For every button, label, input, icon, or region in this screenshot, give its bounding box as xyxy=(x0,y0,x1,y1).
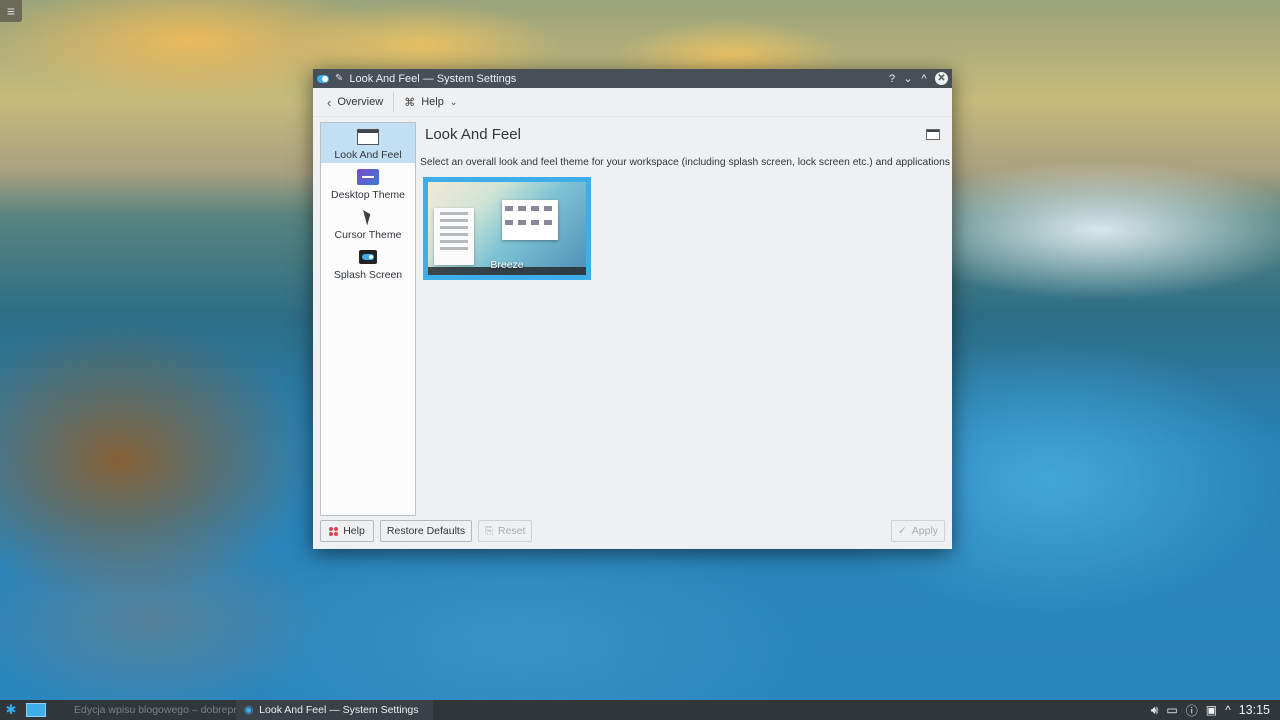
overview-label: Overview xyxy=(337,96,384,108)
page-window-icon xyxy=(926,129,940,140)
system-settings-task-icon: ◉ xyxy=(244,704,254,716)
page-description: Select an overall look and feel theme fo… xyxy=(420,157,950,168)
tray-expand-icon[interactable]: ^ xyxy=(1225,703,1231,717)
reset-button[interactable]: ⎘ Reset xyxy=(478,520,532,542)
window-icon xyxy=(357,129,379,145)
restore-defaults-button[interactable]: Restore Defaults xyxy=(380,520,472,542)
notifications-icon[interactable]: ⓘ xyxy=(1186,702,1198,719)
sidebar-item-splash-screen[interactable]: Splash Screen xyxy=(321,243,415,283)
preview-window-left xyxy=(434,208,474,265)
page-title: Look And Feel xyxy=(425,126,521,143)
minimize-icon[interactable]: ⌄ xyxy=(900,72,916,85)
help-question-icon[interactable]: ? xyxy=(884,73,900,85)
restore-defaults-label: Restore Defaults xyxy=(386,525,466,537)
display-icon[interactable]: ▣ xyxy=(1206,703,1217,717)
chevron-left-icon: ‹ xyxy=(327,94,332,110)
sidebar-item-label: Cursor Theme xyxy=(334,229,402,241)
help-menu-button[interactable]: ⌘ Help ⌄ xyxy=(398,94,463,111)
help-menu-label: Help xyxy=(421,96,444,108)
help-button[interactable]: Help xyxy=(320,520,374,542)
apply-button-label: Apply xyxy=(911,525,939,537)
help-menu-icon: ⌘ xyxy=(404,96,416,109)
task-system-settings[interactable]: ◉ Look And Feel — System Settings xyxy=(236,700,433,720)
window-titlebar[interactable]: ✎ Look And Feel — System Settings ? ⌄ ^ … xyxy=(313,69,952,88)
theme-preview-image: Breeze xyxy=(428,182,586,275)
taskbar: ✱ Edycja wpisu blogowego – dobreprogramy… xyxy=(0,700,1280,720)
system-settings-app-icon[interactable] xyxy=(317,74,329,83)
sidebar-item-label: Look And Feel xyxy=(334,149,402,161)
reset-button-label: Reset xyxy=(497,525,526,537)
sidebar-item-label: Splash Screen xyxy=(333,269,403,281)
overview-button[interactable]: ‹ Overview xyxy=(321,93,389,112)
toolbar-separator xyxy=(393,92,395,112)
application-launcher-icon[interactable]: ✱ xyxy=(0,702,22,718)
clock[interactable]: 13:15 xyxy=(1239,703,1270,717)
category-sidebar: Look And Feel Desktop Theme Cursor Theme… xyxy=(320,122,416,516)
pin-icon[interactable]: ✎ xyxy=(335,73,343,84)
maximize-icon[interactable]: ^ xyxy=(916,73,932,85)
desktop-theme-icon xyxy=(357,169,379,185)
task-browser[interactable]: Edycja wpisu blogowego – dobreprogramy xyxy=(60,700,236,720)
theme-tile-breeze[interactable]: Breeze xyxy=(423,177,591,280)
sidebar-item-cursor-theme[interactable]: Cursor Theme xyxy=(321,203,415,243)
chevron-down-icon: ⌄ xyxy=(449,96,458,107)
reset-icon: ⎘ xyxy=(484,524,493,537)
task-label: Look And Feel — System Settings xyxy=(259,704,419,716)
sidebar-item-look-and-feel[interactable]: Look And Feel xyxy=(321,123,415,163)
system-settings-window: ✎ Look And Feel — System Settings ? ⌄ ^ … xyxy=(313,69,952,549)
theme-name: Breeze xyxy=(490,259,524,271)
splash-screen-icon xyxy=(359,250,377,264)
close-icon[interactable]: ✕ xyxy=(935,72,948,85)
help-lifebuoy-icon xyxy=(329,526,339,536)
clipboard-icon[interactable]: ▭ xyxy=(1166,703,1177,717)
help-button-label: Help xyxy=(343,525,365,537)
volume-icon[interactable]: 🔊︎ xyxy=(1151,703,1159,718)
task-label: Edycja wpisu blogowego – dobreprogramy xyxy=(74,704,236,716)
cursor-icon xyxy=(363,208,373,226)
window-title: Look And Feel — System Settings xyxy=(349,72,517,85)
sidebar-item-desktop-theme[interactable]: Desktop Theme xyxy=(321,163,415,203)
toolbar: ‹ Overview ⌘ Help ⌄ xyxy=(313,88,952,117)
sidebar-item-label: Desktop Theme xyxy=(331,189,405,201)
preview-window-center xyxy=(502,200,558,240)
content-area: Look And Feel Select an overall look and… xyxy=(420,122,950,514)
button-bar: Help Restore Defaults ⎘ Reset ✓ Apply xyxy=(320,520,945,542)
apply-button[interactable]: ✓ Apply xyxy=(891,520,945,542)
system-tray: 🔊︎ ▭ ⓘ ▣ ^ 13:15 xyxy=(1151,702,1280,719)
virtual-desktop-pager[interactable] xyxy=(26,703,46,717)
checkmark-icon: ✓ xyxy=(897,525,907,537)
desktop-menu-button[interactable]: ≡ xyxy=(0,0,22,22)
